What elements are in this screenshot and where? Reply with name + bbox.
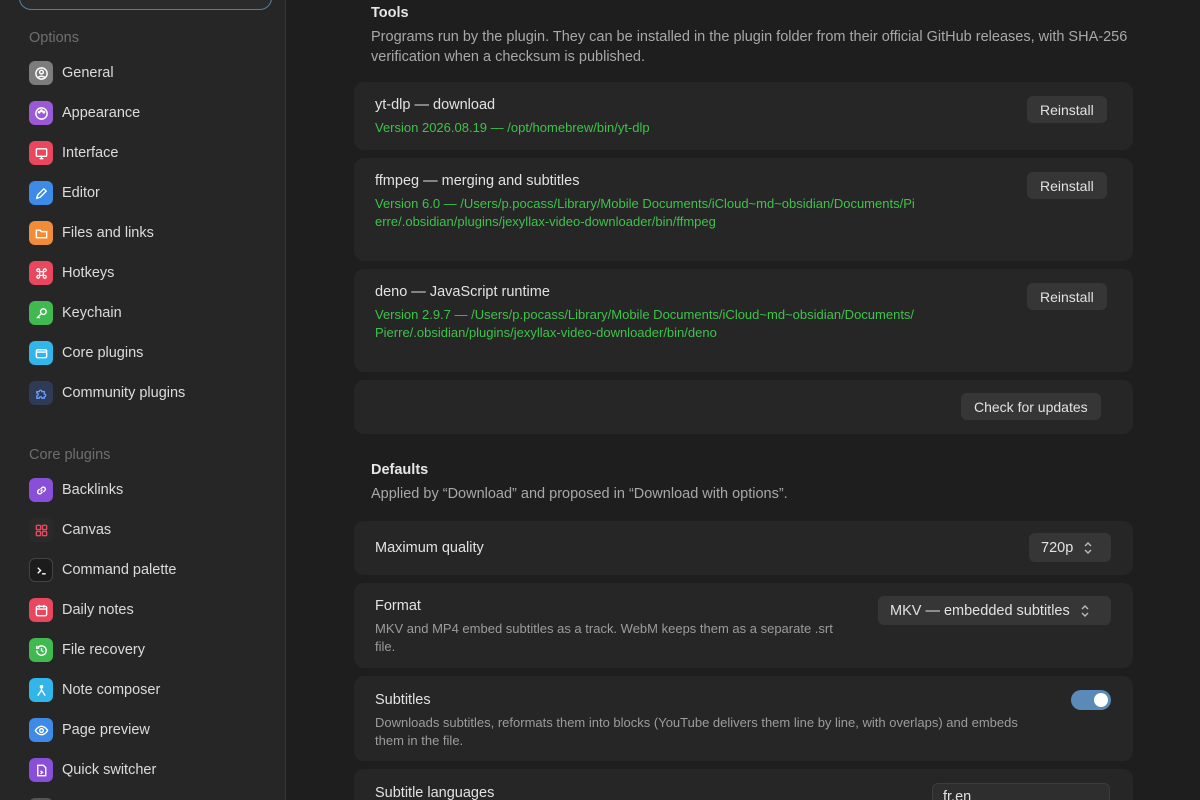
max-quality-label: Maximum quality xyxy=(375,540,484,556)
tools-heading: Tools xyxy=(371,5,409,21)
history-icon xyxy=(29,638,53,662)
calendar-icon xyxy=(29,598,53,622)
toggle-knob xyxy=(1094,693,1108,707)
backlinks-icon xyxy=(29,478,53,502)
subtitles-setting: Subtitles Downloads subtitles, reformats… xyxy=(354,676,1133,761)
chevron-up-down-icon xyxy=(1081,604,1089,617)
reinstall-ffmpeg-button[interactable]: Reinstall xyxy=(1027,172,1107,199)
sidebar-item-next[interactable] xyxy=(20,793,270,800)
pencil-icon xyxy=(29,181,53,205)
sidebar-item-label: Interface xyxy=(62,145,119,161)
tool-version-path: Version 6.0 — /Users/p.pocass/Library/Mo… xyxy=(375,196,915,229)
tools-description: Programs run by the plugin. They can be … xyxy=(371,29,1128,65)
terminal-icon xyxy=(29,558,53,582)
sidebar-item-community-plugins[interactable]: Community plugins xyxy=(20,376,270,410)
sidebar-item-label: File recovery xyxy=(62,642,145,658)
sidebar-item-label: Daily notes xyxy=(62,602,134,618)
sidebar-item-keychain[interactable]: Keychain xyxy=(20,296,270,330)
subtitles-label: Subtitles xyxy=(375,692,431,708)
options-section-header: Options xyxy=(29,30,79,46)
sidebar-item-label: Core plugins xyxy=(62,345,144,361)
sidebar-item-hotkeys[interactable]: Hotkeys xyxy=(20,256,270,290)
subtitle-languages-input[interactable] xyxy=(932,783,1110,800)
sidebar-search-input[interactable] xyxy=(19,0,272,10)
command-icon xyxy=(29,261,53,285)
chevron-up-down-icon xyxy=(1084,541,1092,554)
subtitle-languages-setting: Subtitle languages xyxy=(354,769,1133,800)
tool-card-yt-dlp: yt-dlp — download Version 2026.08.19 — /… xyxy=(354,82,1133,150)
plugin-icon xyxy=(29,341,53,365)
sidebar-item-label: Page preview xyxy=(62,722,150,738)
canvas-icon xyxy=(29,518,53,542)
sidebar-item-editor[interactable]: Editor xyxy=(20,176,270,210)
format-setting: Format MKV and MP4 embed subtitles as a … xyxy=(354,583,1133,668)
sidebar-item-label: Keychain xyxy=(62,305,122,321)
defaults-heading: Defaults xyxy=(371,462,429,478)
sidebar-item-page-preview[interactable]: Page preview xyxy=(20,713,270,747)
sidebar-item-canvas[interactable]: Canvas xyxy=(20,513,270,547)
sidebar-item-label: Community plugins xyxy=(62,385,186,401)
sidebar-item-daily-notes[interactable]: Daily notes xyxy=(20,593,270,627)
general-icon xyxy=(29,61,53,85)
format-description: MKV and MP4 embed subtitles as a track. … xyxy=(375,621,833,654)
monitor-icon xyxy=(29,141,53,165)
sidebar-item-general[interactable]: General xyxy=(20,56,270,90)
sidebar-item-label: Canvas xyxy=(62,522,112,538)
preview-icon xyxy=(29,718,53,742)
key-icon xyxy=(29,301,53,325)
sidebar-item-label: Command palette xyxy=(62,562,177,578)
tool-title: deno — JavaScript runtime xyxy=(375,284,550,300)
subtitle-languages-label: Subtitle languages xyxy=(375,785,495,800)
merge-icon xyxy=(29,678,53,702)
sidebar-item-note-composer[interactable]: Note composer xyxy=(20,673,270,707)
sidebar-item-quick-switcher[interactable]: Quick switcher xyxy=(20,753,270,787)
folder-icon xyxy=(29,221,53,245)
sidebar-item-label: Quick switcher xyxy=(62,762,157,778)
settings-content: Tools Programs run by the plugin. They c… xyxy=(287,0,1200,800)
sidebar-item-files-and-links[interactable]: Files and links xyxy=(20,216,270,250)
sidebar-item-label: Appearance xyxy=(62,105,141,121)
check-for-updates-button[interactable]: Check for updates xyxy=(961,393,1101,420)
sidebar-item-label: Files and links xyxy=(62,225,154,241)
sidebar-item-command-palette[interactable]: Command palette xyxy=(20,553,270,587)
select-value: MKV — embedded subtitles xyxy=(890,602,1070,619)
tool-version-path: Version 2026.08.19 — /opt/homebrew/bin/y… xyxy=(375,120,650,135)
sidebar-item-core-plugins[interactable]: Core plugins xyxy=(20,336,270,370)
sidebar-item-appearance[interactable]: Appearance xyxy=(20,96,270,130)
select-value: 720p xyxy=(1041,539,1074,556)
format-select[interactable]: MKV — embedded subtitles xyxy=(878,596,1111,625)
sidebar-item-label: Note composer xyxy=(62,682,161,698)
settings-window: Options General Appearance Interface Edi… xyxy=(0,0,1200,800)
tool-card-ffmpeg: ffmpeg — merging and subtitles Version 6… xyxy=(354,158,1133,261)
tool-card-deno: deno — JavaScript runtime Version 2.9.7 … xyxy=(354,269,1133,372)
sidebar-item-label: General xyxy=(62,65,114,81)
tool-version-path: Version 2.9.7 — /Users/p.pocass/Library/… xyxy=(375,307,915,340)
core-plugins-section-header: Core plugins xyxy=(29,447,111,463)
subtitles-toggle[interactable] xyxy=(1071,690,1111,710)
format-label: Format xyxy=(375,598,421,614)
defaults-description: Applied by “Download” and proposed in “D… xyxy=(371,486,788,502)
switcher-icon xyxy=(29,758,53,782)
check-updates-card: Check for updates xyxy=(354,380,1133,434)
reinstall-yt-dlp-button[interactable]: Reinstall xyxy=(1027,96,1107,123)
settings-sidebar: Options General Appearance Interface Edi… xyxy=(0,0,286,800)
sidebar-item-label: Editor xyxy=(62,185,100,201)
sidebar-item-backlinks[interactable]: Backlinks xyxy=(20,473,270,507)
palette-icon xyxy=(29,101,53,125)
puzzle-icon xyxy=(29,381,53,405)
max-quality-select[interactable]: 720p xyxy=(1029,533,1111,562)
max-quality-setting: Maximum quality 720p xyxy=(354,521,1133,575)
tool-title: ffmpeg — merging and subtitles xyxy=(375,173,580,189)
sidebar-item-interface[interactable]: Interface xyxy=(20,136,270,170)
tool-title: yt-dlp — download xyxy=(375,97,496,113)
sidebar-item-label: Hotkeys xyxy=(62,265,115,281)
sidebar-item-label: Backlinks xyxy=(62,482,124,498)
subtitles-description: Downloads subtitles, reformats them into… xyxy=(375,715,1018,748)
reinstall-deno-button[interactable]: Reinstall xyxy=(1027,283,1107,310)
sidebar-item-file-recovery[interactable]: File recovery xyxy=(20,633,270,667)
